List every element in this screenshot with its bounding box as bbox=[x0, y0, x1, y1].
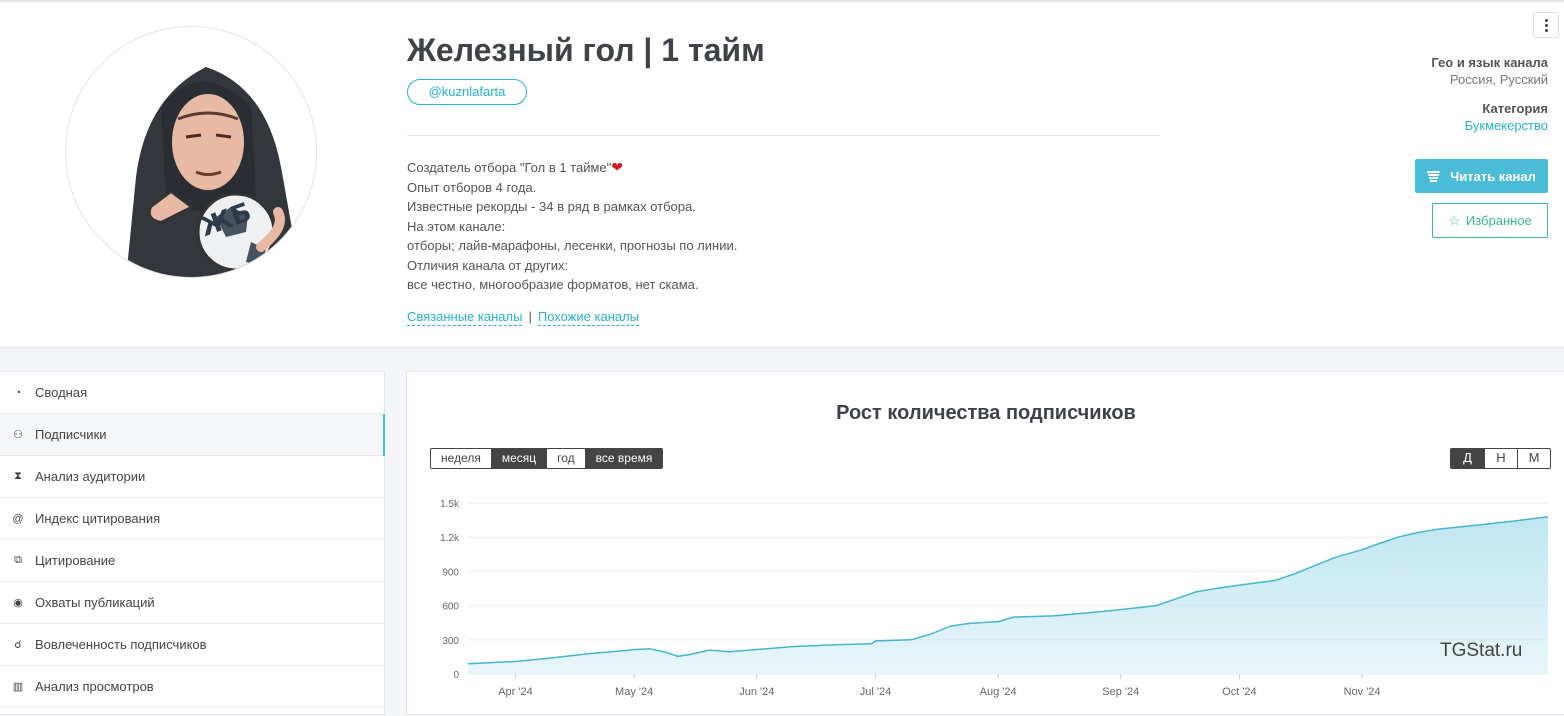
read-channel-label: Читать канал bbox=[1450, 168, 1536, 184]
hourglass-icon: ⧗ bbox=[14, 470, 22, 482]
favorite-label: Избранное bbox=[1465, 213, 1532, 228]
sidebar-item[interactable]: @ Индекс цитирования bbox=[0, 498, 384, 540]
sidebar-item-label: Цитирование bbox=[35, 553, 116, 568]
engagement-icon: ☌ bbox=[14, 639, 22, 651]
description-line: Опыт отборов 4 года. bbox=[407, 179, 537, 195]
geo-value: Россия, Русский bbox=[1449, 72, 1548, 87]
description-line: Отличия канала от других: bbox=[407, 257, 569, 273]
sidebar-item[interactable]: ☌ Вовлеченность подписчиков bbox=[0, 624, 384, 666]
description-line: Создатель отбора "Гол в 1 тайме"❤ bbox=[407, 159, 624, 175]
subscribers-area-chart: 0 300 600 900 1.2k 1.5k Apr '24 May '24 Jun '24 J… bbox=[440, 499, 1549, 698]
x-tick-label: Sep '24 bbox=[1102, 686, 1139, 698]
more-menu-button[interactable] bbox=[1533, 12, 1559, 38]
category-label: Категория bbox=[1482, 101, 1548, 116]
scale-button[interactable]: Н bbox=[1484, 449, 1517, 468]
related-channels-link[interactable]: Связанные каналы bbox=[407, 309, 523, 326]
copy-icon: ⧉ bbox=[14, 554, 22, 566]
y-tick-label: 900 bbox=[442, 567, 459, 578]
sidebar-item-label: Вовлеченность подписчиков bbox=[35, 637, 207, 652]
y-tick-label: 600 bbox=[442, 602, 459, 613]
favorite-button[interactable]: ☆ Избранное bbox=[1432, 203, 1548, 238]
sidebar-nav: ◔ Сводная ⚇ Подписчики ⧗ Анализ аудитории @ Инд… bbox=[0, 371, 385, 715]
sidebar-item[interactable]: ⚇ Подписчики bbox=[0, 414, 385, 456]
x-tick-label: Jul '24 bbox=[860, 686, 891, 698]
description-line: Известные рекорды - 34 в ряд в рамках от… bbox=[407, 199, 696, 214]
heart-icon: ❤ bbox=[611, 159, 624, 175]
period-switch: неделя месяц год все время bbox=[430, 448, 664, 469]
period-button[interactable]: неделя bbox=[431, 449, 491, 468]
sidebar-item[interactable]: ⧗ Анализ аудитории bbox=[0, 456, 384, 498]
x-tick-label: Aug '24 bbox=[980, 686, 1017, 698]
y-tick-label: 300 bbox=[442, 636, 459, 647]
sidebar-item[interactable]: ◔ Сводная bbox=[0, 372, 384, 414]
kebab-icon bbox=[1544, 18, 1548, 33]
channel-username-badge[interactable]: @kuznlafarta bbox=[407, 79, 527, 105]
category-block: Категория Букмекерство bbox=[1465, 101, 1548, 133]
sidebar-item-label: Сводная bbox=[35, 385, 88, 400]
channel-title: Железный гол | 1 тайм bbox=[407, 32, 765, 68]
period-button[interactable]: месяц bbox=[490, 449, 547, 468]
sidebar-item-label: Подписчики bbox=[35, 427, 107, 442]
period-button[interactable]: год bbox=[546, 449, 585, 468]
chart-title: Рост количества подписчиков bbox=[836, 402, 1136, 424]
channel-header: ЖБ Железный гол | 1 тайм @kuznlafarta Со… bbox=[0, 2, 1564, 348]
channel-links: Связанные каналы | Похожие каналы bbox=[407, 309, 640, 326]
scale-switch: ДНМ bbox=[1450, 448, 1551, 469]
category-link[interactable]: Букмекерство bbox=[1465, 118, 1548, 133]
subscribers-growth-panel: Рост количества подписчиков неделя месяц г… bbox=[406, 371, 1564, 715]
y-tick-label: 1.5k bbox=[440, 499, 460, 510]
x-tick-label: Jun '24 bbox=[739, 686, 774, 698]
dashboard-icon: ◔ bbox=[14, 386, 22, 399]
at-icon: @ bbox=[12, 512, 24, 525]
link-separator: | bbox=[528, 309, 532, 324]
scale-button[interactable]: Д bbox=[1451, 449, 1484, 468]
tgstat-watermark: TGStat.ru bbox=[1440, 640, 1523, 661]
channel-avatar: ЖБ bbox=[65, 26, 317, 278]
scale-button[interactable]: М bbox=[1517, 449, 1550, 468]
y-tick-label: 0 bbox=[453, 670, 459, 681]
description-line: все честно, многообразие форматов, нет с… bbox=[407, 277, 699, 292]
period-button[interactable]: все время bbox=[584, 449, 663, 468]
similar-channels-link[interactable]: Похожие каналы bbox=[537, 309, 640, 326]
sidebar-item[interactable]: ◉ Охваты публикаций bbox=[0, 582, 384, 624]
stack-icon bbox=[1427, 170, 1441, 182]
geo-block: Гео и язык канала Россия, Русский bbox=[1431, 55, 1548, 87]
y-tick-label: 1.2k bbox=[440, 533, 460, 544]
sidebar-item-label: Анализ аудитории bbox=[35, 469, 146, 484]
sidebar-item[interactable]: ⧉ Цитирование bbox=[0, 540, 384, 582]
description-line: отборы; лайв-марафоны, лесенки, прогнозы… bbox=[407, 238, 738, 253]
read-channel-button[interactable]: Читать канал bbox=[1415, 159, 1548, 193]
bar-chart-icon: ▥ bbox=[12, 681, 24, 693]
divider bbox=[407, 135, 1160, 136]
sidebar-item-label: Индекс цитирования bbox=[35, 511, 161, 526]
channel-description: Создатель отбора "Гол в 1 тайме"❤ Опыт о… bbox=[407, 158, 737, 295]
sidebar-item-label: Охваты публикаций bbox=[35, 595, 155, 610]
x-tick-label: Nov '24 bbox=[1344, 686, 1381, 698]
sidebar-item[interactable]: ▥ Анализ просмотров bbox=[0, 666, 384, 708]
sidebar-item-label: Анализ просмотров bbox=[35, 679, 154, 694]
description-line: На этом канале: bbox=[407, 218, 506, 234]
x-tick-label: May '24 bbox=[615, 686, 653, 698]
x-tick-label: Oct '24 bbox=[1222, 686, 1257, 698]
users-icon: ⚇ bbox=[13, 429, 23, 441]
x-tick-label: Apr '24 bbox=[498, 686, 533, 698]
eye-icon: ◉ bbox=[13, 597, 23, 609]
geo-label: Гео и язык канала bbox=[1431, 55, 1548, 70]
star-icon: ☆ bbox=[1448, 212, 1460, 228]
